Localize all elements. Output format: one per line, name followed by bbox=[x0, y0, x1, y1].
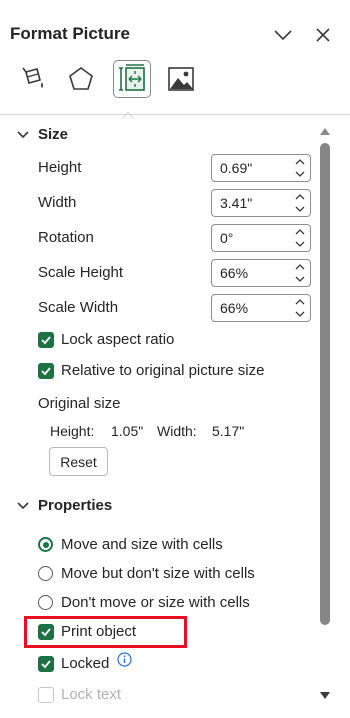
chevron-down-icon bbox=[274, 30, 292, 41]
scrollbar-thumb[interactable] bbox=[320, 143, 330, 625]
close-panel-button[interactable] bbox=[312, 24, 334, 46]
size-section-header[interactable]: Size bbox=[16, 126, 68, 143]
locked-checkbox[interactable]: Locked bbox=[38, 655, 109, 672]
radio-unselected-icon[interactable] bbox=[38, 595, 53, 610]
width-label: Width bbox=[38, 194, 77, 211]
scroll-up-arrow[interactable] bbox=[318, 125, 332, 137]
radio-unselected-icon[interactable] bbox=[38, 566, 53, 581]
spinner-arrows-icon[interactable] bbox=[294, 227, 306, 249]
radio-dont-move[interactable]: Don't move or size with cells bbox=[38, 594, 250, 611]
radio-move-and-size-label: Move and size with cells bbox=[61, 536, 223, 553]
original-width-value: 5.17" bbox=[212, 423, 245, 439]
lock-text-checkbox[interactable]: Lock text bbox=[38, 686, 121, 703]
spinner-arrows-icon[interactable] bbox=[294, 297, 306, 319]
radio-selected-icon[interactable] bbox=[38, 537, 53, 552]
pentagon-icon bbox=[69, 67, 93, 90]
size-properties-icon bbox=[119, 64, 145, 91]
scale-height-label: Scale Height bbox=[38, 264, 124, 281]
panel-title: Format Picture bbox=[10, 24, 130, 43]
tab-size-properties[interactable] bbox=[113, 60, 151, 98]
scale-width-value[interactable]: 66% bbox=[220, 300, 248, 316]
original-height-value: 1.05" bbox=[111, 423, 144, 439]
close-icon bbox=[316, 28, 330, 42]
original-height-label: Height: bbox=[50, 423, 95, 439]
height-value[interactable]: 0.69" bbox=[220, 160, 252, 176]
height-spinner[interactable]: 0.69" bbox=[211, 154, 311, 182]
rotation-value[interactable]: 0° bbox=[220, 230, 233, 246]
locked-label: Locked bbox=[61, 655, 110, 672]
size-header-label: Size bbox=[38, 126, 69, 143]
tab-caret-icon bbox=[122, 111, 134, 119]
relative-size-checkbox[interactable]: Relative to original picture size bbox=[38, 362, 264, 379]
info-icon[interactable] bbox=[117, 652, 132, 667]
spinner-arrows-icon[interactable] bbox=[294, 157, 306, 179]
rotation-label: Rotation bbox=[38, 229, 94, 246]
checkbox-checked-icon[interactable] bbox=[38, 362, 54, 379]
properties-header-label: Properties bbox=[38, 497, 113, 514]
radio-move-and-size[interactable]: Move and size with cells bbox=[38, 536, 223, 553]
tab-effects[interactable] bbox=[62, 60, 100, 98]
checkbox-disabled-icon[interactable] bbox=[38, 686, 54, 703]
reset-button[interactable]: Reset bbox=[49, 447, 108, 476]
properties-section-header[interactable]: Properties bbox=[16, 497, 112, 514]
height-label: Height bbox=[38, 159, 82, 176]
checkbox-checked-icon[interactable] bbox=[38, 331, 54, 348]
scroll-down-arrow[interactable] bbox=[318, 690, 332, 702]
width-spinner[interactable]: 3.41" bbox=[211, 189, 311, 217]
spinner-arrows-icon[interactable] bbox=[294, 262, 306, 284]
scale-width-label: Scale Width bbox=[38, 299, 119, 316]
chevron-down-icon bbox=[17, 501, 29, 509]
picture-icon bbox=[168, 67, 194, 91]
original-size-label: Original size bbox=[38, 395, 121, 412]
scale-width-spinner[interactable]: 66% bbox=[211, 294, 311, 322]
paint-bucket-icon bbox=[22, 67, 43, 88]
radio-move-only-label: Move but don't size with cells bbox=[61, 565, 255, 582]
tab-separator bbox=[0, 114, 350, 115]
relative-size-label: Relative to original picture size bbox=[61, 362, 265, 379]
highlight-box bbox=[24, 616, 187, 648]
scale-height-value[interactable]: 66% bbox=[220, 265, 248, 281]
original-width-label: Width: bbox=[157, 423, 197, 439]
scale-height-spinner[interactable]: 66% bbox=[211, 259, 311, 287]
chevron-down-icon bbox=[17, 130, 29, 138]
lock-aspect-checkbox[interactable]: Lock aspect ratio bbox=[38, 331, 174, 348]
lock-text-label: Lock text bbox=[61, 686, 122, 703]
radio-dont-move-label: Don't move or size with cells bbox=[61, 594, 250, 611]
rotation-spinner[interactable]: 0° bbox=[211, 224, 311, 252]
tab-fill-line[interactable] bbox=[13, 60, 51, 98]
width-value[interactable]: 3.41" bbox=[220, 195, 252, 211]
radio-move-only[interactable]: Move but don't size with cells bbox=[38, 565, 255, 582]
tab-picture[interactable] bbox=[162, 60, 200, 98]
lock-aspect-label: Lock aspect ratio bbox=[61, 331, 175, 348]
checkbox-checked-icon[interactable] bbox=[38, 655, 54, 672]
collapse-panel-button[interactable] bbox=[272, 24, 294, 46]
spinner-arrows-icon[interactable] bbox=[294, 192, 306, 214]
